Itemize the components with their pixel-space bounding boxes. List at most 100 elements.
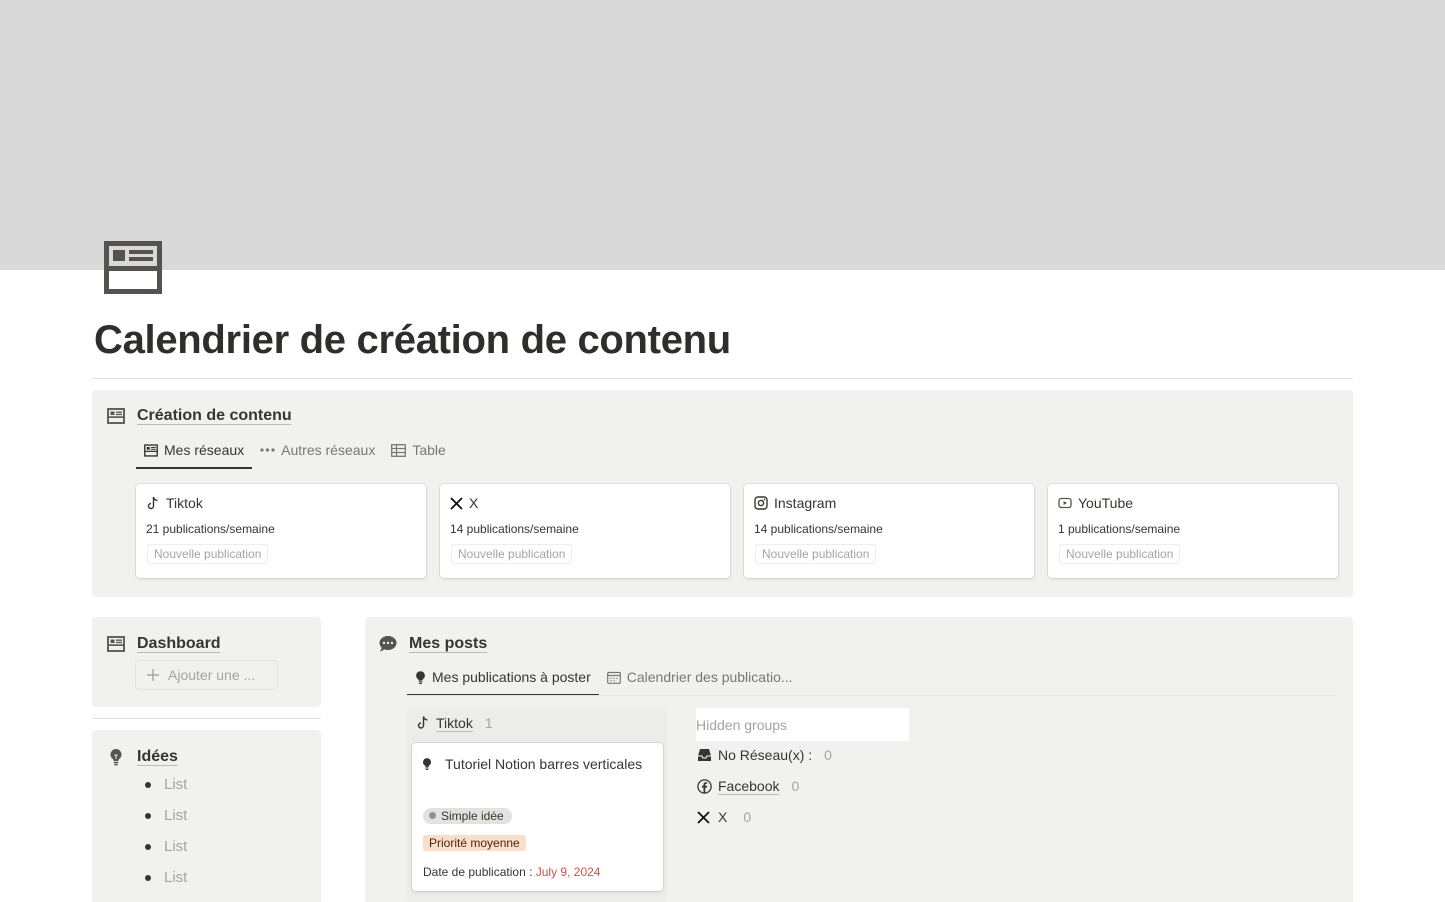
group-count: 1 (484, 715, 493, 731)
status-tag: Simple idée (423, 806, 512, 824)
group-count: 0 (743, 809, 752, 825)
tab-autres-reseaux[interactable]: Autres réseaux (252, 435, 383, 465)
group-name: No Réseau(x) : (718, 747, 813, 763)
group-count: 0 (791, 778, 800, 794)
post-card[interactable]: Tutoriel Notion barres verticales Simple… (412, 743, 663, 891)
posts-tabs-divider (407, 695, 1337, 696)
group-count: 0 (824, 747, 832, 763)
tab-label: Mes réseaux (164, 442, 245, 458)
bullet (145, 874, 151, 881)
new-publication-button[interactable]: Nouvelle publication (755, 544, 877, 564)
card-subtitle: 14 publications/semaine (754, 522, 883, 536)
priority-tag: Priorité moyenne (423, 834, 526, 852)
tab-label: Calendrier des publicatio... (626, 669, 793, 685)
card-title-text: YouTube (1078, 495, 1134, 511)
priority-label: Priorité moyenne (423, 835, 526, 851)
hidden-group-no-reseau[interactable]: No Réseau(x) : 0 (697, 747, 832, 763)
card-subtitle: 21 publications/semaine (146, 522, 275, 536)
tab-mes-reseaux[interactable]: Mes réseaux (136, 435, 253, 469)
board-group-header[interactable]: Tiktok 1 (416, 715, 493, 731)
list-item-text: List (164, 776, 188, 793)
new-publication-button[interactable]: Nouvelle publication (451, 544, 573, 564)
card-title-text: Instagram (774, 495, 837, 511)
post-title: Tutoriel Notion barres verticales (445, 756, 643, 772)
add-button[interactable]: Ajouter une ... (135, 660, 278, 690)
chat-bubbles-icon (378, 634, 398, 654)
status-dot (429, 812, 436, 819)
group-name: X (718, 809, 728, 825)
page-cover[interactable] (0, 0, 1445, 270)
hidden-group-x[interactable]: X 0 (697, 809, 751, 825)
list-item[interactable]: List (145, 869, 187, 886)
page-gallery-icon[interactable] (104, 241, 162, 294)
gallery-icon (144, 443, 158, 457)
list-item[interactable]: List (145, 807, 187, 824)
card-title: Tiktok (146, 495, 203, 511)
table-icon (391, 443, 407, 457)
hidden-groups-label: Hidden groups (696, 716, 788, 733)
plus-icon (146, 668, 160, 682)
gallery-icon (106, 406, 126, 426)
card-title: YouTube (1058, 495, 1133, 511)
dashboard-header: Dashboard (106, 634, 221, 654)
instagram-icon (754, 496, 768, 510)
x-logo-icon (450, 496, 463, 510)
creation-tabs: Mes réseaux Autres réseaux Table (136, 435, 454, 469)
group-name: Facebook (718, 778, 780, 794)
page-title[interactable]: Calendrier de création de contenu (94, 318, 731, 363)
idees-header: Idées (106, 747, 178, 767)
date-value: July 9, 2024 (535, 865, 601, 879)
network-card-tiktok[interactable]: Tiktok 21 publications/semaine Nouvelle … (136, 484, 426, 578)
network-card-youtube[interactable]: YouTube 1 publications/semaine Nouvelle … (1048, 484, 1338, 578)
tab-label: Autres réseaux (281, 442, 376, 458)
date-label: Date de publication : (423, 865, 536, 879)
tab-table[interactable]: Table (383, 435, 453, 465)
list-item[interactable]: List (145, 776, 187, 793)
lightbulb-icon (415, 670, 426, 685)
sidebar-divider (92, 718, 321, 719)
hidden-group-facebook[interactable]: Facebook 0 (697, 778, 799, 794)
card-subtitle: 14 publications/semaine (450, 522, 579, 536)
new-publication-button[interactable]: Nouvelle publication (147, 544, 269, 564)
posts-title[interactable]: Mes posts (409, 635, 487, 653)
group-name: Tiktok (436, 715, 473, 731)
tab-label: Table (412, 442, 446, 458)
tiktok-icon (416, 715, 430, 731)
facebook-icon (697, 778, 712, 794)
status-label: Simple idée (441, 808, 504, 823)
youtube-icon (1058, 497, 1072, 509)
title-divider (92, 378, 1353, 379)
card-title-text: Tiktok (166, 495, 203, 511)
publication-date: Date de publication : July 9, 2024 (423, 865, 600, 879)
hidden-groups-header: Hidden groups (696, 708, 909, 741)
x-logo-icon (697, 810, 710, 824)
tab-calendrier[interactable]: Calendrier des publicatio... (599, 662, 801, 692)
list-item[interactable]: List (145, 838, 187, 855)
idees-title[interactable]: Idées (137, 748, 178, 766)
tiktok-icon (146, 496, 160, 511)
inbox-icon (697, 748, 712, 762)
new-publication-button[interactable]: Nouvelle publication (1059, 544, 1181, 564)
bullet (145, 781, 151, 788)
lightbulb-icon (106, 747, 126, 767)
bullet (145, 843, 151, 850)
add-button-label: Ajouter une ... (168, 667, 256, 683)
more-horizontal-icon (260, 448, 275, 452)
lightbulb-icon (422, 757, 432, 771)
network-card-x[interactable]: X 14 publications/semaine Nouvelle publi… (440, 484, 730, 578)
tab-mes-publications[interactable]: Mes publications à poster (407, 662, 599, 696)
gallery-icon (106, 634, 126, 654)
posts-tabs: Mes publications à poster Calendrier des… (407, 662, 801, 696)
card-title-text: X (469, 495, 479, 511)
calendar-icon (606, 671, 621, 684)
creation-title[interactable]: Création de contenu (137, 407, 292, 425)
list-item-text: List (164, 869, 188, 886)
creation-header: Création de contenu (106, 406, 292, 426)
tab-label: Mes publications à poster (432, 669, 591, 685)
bullet (145, 812, 151, 819)
card-subtitle: 1 publications/semaine (1058, 522, 1181, 536)
posts-header: Mes posts (378, 634, 487, 654)
dashboard-title[interactable]: Dashboard (137, 635, 221, 653)
card-title: Instagram (754, 495, 836, 511)
network-card-instagram[interactable]: Instagram 14 publications/semaine Nouvel… (744, 484, 1034, 578)
